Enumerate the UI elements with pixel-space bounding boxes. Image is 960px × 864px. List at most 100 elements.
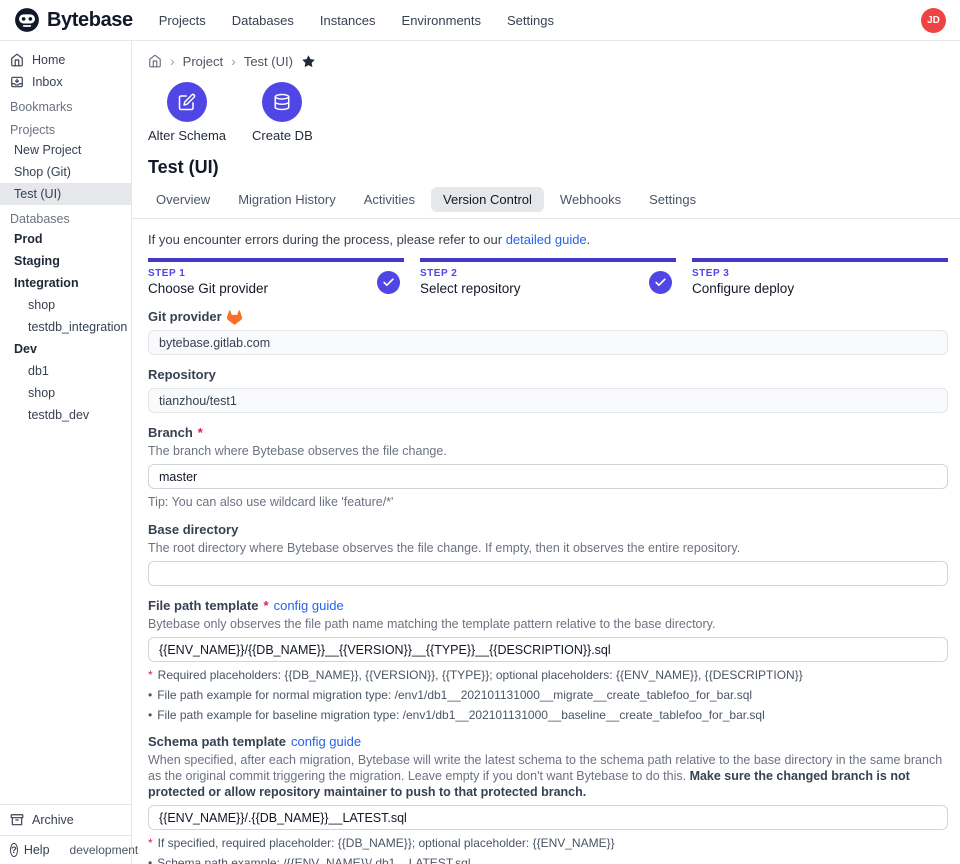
sidebar-env-dev[interactable]: Dev	[0, 338, 131, 360]
notice-period: .	[587, 232, 591, 247]
base-directory-field: Base directory The root directory where …	[148, 522, 948, 586]
user-avatar[interactable]: JD	[921, 8, 946, 33]
sidebar-section-projects: Projects	[0, 116, 131, 139]
file-path-config-guide-link[interactable]: config guide	[274, 598, 344, 614]
brand-name: Bytebase	[47, 9, 133, 32]
git-provider-field: Git provider	[148, 309, 948, 355]
tab-overview[interactable]: Overview	[144, 187, 222, 212]
note-marker: *	[148, 668, 153, 682]
note-text: File path example for normal migration t…	[157, 688, 752, 702]
sidebar-section-bookmarks: Bookmarks	[0, 93, 131, 116]
required-marker: *	[198, 425, 203, 441]
sidebar-item-new-project[interactable]: New Project	[0, 139, 131, 161]
file-path-note-example-baseline: • File path example for baseline migrati…	[148, 708, 948, 722]
sidebar-db-shop-integration[interactable]: shop	[0, 294, 131, 316]
step-2-check-icon	[649, 271, 672, 294]
nav-projects[interactable]: Projects	[159, 13, 206, 28]
detailed-guide-link[interactable]: detailed guide	[506, 232, 587, 247]
version-control-panel: If you encounter errors during the proce…	[132, 219, 960, 864]
breadcrumb-project[interactable]: Project	[183, 54, 223, 69]
nav-instances[interactable]: Instances	[320, 13, 376, 28]
schema-path-template-description: When specified, after each migration, By…	[148, 752, 948, 800]
branch-input[interactable]	[148, 464, 948, 489]
note-text: If specified, required placeholder: {{DB…	[158, 836, 615, 850]
step-1-kicker: STEP 1	[148, 268, 268, 279]
sidebar-item-shop-git[interactable]: Shop (Git)	[0, 161, 131, 183]
sidebar-item-archive[interactable]: Archive	[0, 805, 131, 835]
base-directory-input[interactable]	[148, 561, 948, 586]
sidebar-db-testdb-dev[interactable]: testdb_dev	[0, 404, 131, 426]
sidebar-section-databases: Databases	[0, 205, 131, 228]
step-2-kicker: STEP 2	[420, 268, 521, 279]
repository-label: Repository	[148, 367, 216, 383]
nav-databases[interactable]: Databases	[232, 13, 294, 28]
sidebar-db-db1[interactable]: db1	[0, 360, 131, 382]
repository-field: Repository	[148, 367, 948, 413]
base-directory-label: Base directory	[148, 522, 238, 538]
step-1: STEP 1 Choose Git provider	[148, 258, 404, 296]
edit-icon	[167, 82, 207, 122]
sidebar-inbox-label: Inbox	[32, 75, 63, 89]
breadcrumb-current[interactable]: Test (UI)	[244, 54, 293, 69]
sidebar-item-test-ui[interactable]: Test (UI)	[0, 183, 131, 205]
page-title: Test (UI)	[148, 157, 944, 178]
home-icon	[10, 53, 24, 67]
bytebase-logo-icon	[14, 7, 40, 33]
branch-field: Branch * The branch where Bytebase obser…	[148, 425, 948, 510]
sidebar-env-prod[interactable]: Prod	[0, 228, 131, 250]
sidebar-db-shop-dev[interactable]: shop	[0, 382, 131, 404]
nav-environments[interactable]: Environments	[402, 13, 481, 28]
tab-settings[interactable]: Settings	[637, 187, 708, 212]
note-text: Schema path example: /{{ENV_NAME}}/.db1_…	[157, 856, 470, 864]
repository-input[interactable]	[148, 388, 948, 413]
note-text: File path example for baseline migration…	[157, 708, 765, 722]
gitlab-icon	[227, 310, 242, 325]
sidebar-env-staging[interactable]: Staging	[0, 250, 131, 272]
archive-icon	[10, 813, 24, 827]
git-provider-input[interactable]	[148, 330, 948, 355]
file-path-template-field: File path template * config guide Byteba…	[148, 598, 948, 722]
sidebar-item-home[interactable]: Home	[0, 49, 131, 71]
quick-actions: Alter Schema Create DB	[132, 69, 960, 143]
sidebar: Home Inbox Bookmarks Projects New Projec…	[0, 41, 132, 864]
note-marker: •	[148, 688, 152, 702]
tab-webhooks[interactable]: Webhooks	[548, 187, 633, 212]
schema-path-template-label: Schema path template	[148, 734, 286, 750]
alter-schema-button[interactable]: Alter Schema	[148, 82, 226, 143]
tab-bar: Overview Migration History Activities Ve…	[132, 178, 960, 219]
breadcrumb: › Project › Test (UI)	[132, 41, 960, 69]
required-marker: *	[264, 598, 269, 614]
note-marker: •	[148, 708, 152, 722]
step-1-title: Choose Git provider	[148, 281, 268, 296]
note-marker: *	[148, 836, 153, 850]
step-3: STEP 3 Configure deploy	[692, 258, 948, 296]
sidebar-db-testdb-integration[interactable]: testdb_integration	[0, 316, 131, 338]
step-2: STEP 2 Select repository	[420, 258, 676, 296]
git-provider-label: Git provider	[148, 309, 222, 325]
sidebar-item-inbox[interactable]: Inbox	[0, 71, 131, 93]
sidebar-archive-label: Archive	[32, 813, 74, 827]
sidebar-env-integration[interactable]: Integration	[0, 272, 131, 294]
file-path-template-label: File path template	[148, 598, 259, 614]
sidebar-footer: Archive ? Help development	[0, 804, 131, 864]
favorite-star-icon[interactable]	[301, 54, 316, 69]
file-path-note-required: * Required placeholders: {{DB_NAME}}, {{…	[148, 668, 948, 682]
breadcrumb-home-icon[interactable]	[148, 54, 162, 68]
help-label[interactable]: Help	[24, 843, 50, 857]
help-icon: ?	[10, 843, 18, 857]
error-notice: If you encounter errors during the proce…	[148, 232, 948, 247]
nav-settings[interactable]: Settings	[507, 13, 554, 28]
create-db-label: Create DB	[252, 128, 313, 143]
branch-description: The branch where Bytebase observes the f…	[148, 443, 948, 459]
schema-path-template-input[interactable]	[148, 805, 948, 830]
step-3-kicker: STEP 3	[692, 268, 794, 279]
tab-migration-history[interactable]: Migration History	[226, 187, 348, 212]
brand-home-link[interactable]: Bytebase	[14, 7, 133, 33]
file-path-template-input[interactable]	[148, 637, 948, 662]
tab-activities[interactable]: Activities	[352, 187, 427, 212]
note-marker: •	[148, 856, 152, 864]
step-indicator: STEP 1 Choose Git provider STEP 2 Select…	[148, 258, 948, 296]
tab-version-control[interactable]: Version Control	[431, 187, 544, 212]
schema-path-config-guide-link[interactable]: config guide	[291, 734, 361, 750]
create-db-button[interactable]: Create DB	[252, 82, 313, 143]
